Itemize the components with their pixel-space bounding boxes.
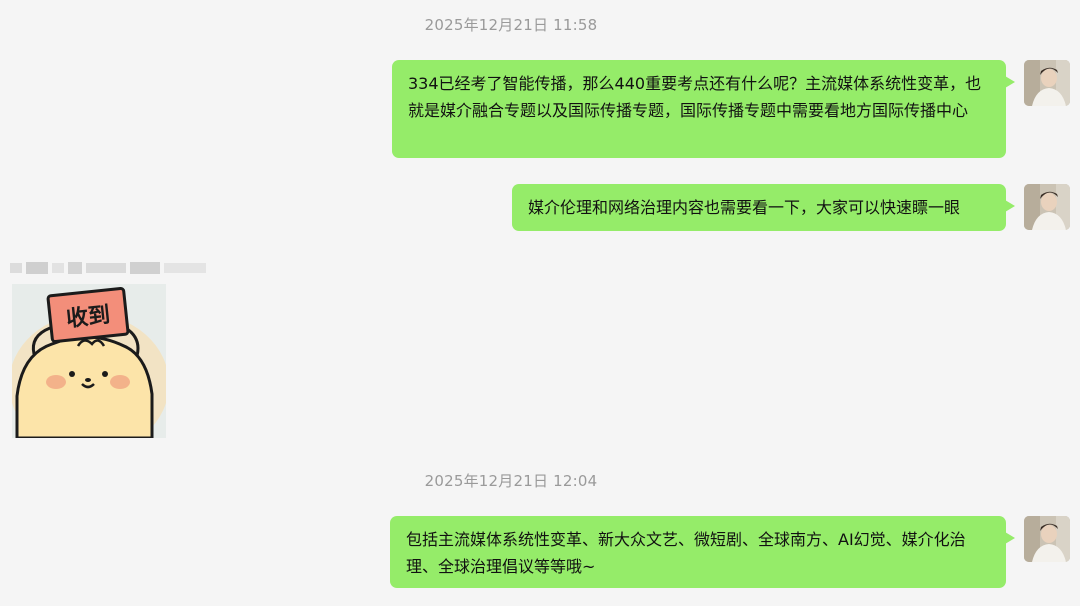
avatar-image [1024, 184, 1070, 230]
avatar-image [1024, 516, 1070, 562]
message-bubble[interactable]: 334已经考了智能传播，那么440重要考点还有什么呢？主流媒体系统性变革，也就是… [392, 60, 1015, 158]
avatar[interactable] [1024, 60, 1070, 106]
timestamp: 2025年12月21日 12:04 [424, 472, 598, 490]
avatar[interactable] [1024, 184, 1070, 230]
sticker-text: 收到 [65, 302, 111, 332]
sender-name-blurred [10, 260, 206, 276]
timestamp: 2025年12月21日 11:58 [424, 16, 598, 34]
message-bubble[interactable]: 媒介伦理和网络治理内容也需要看一下，大家可以快速瞟一眼 [512, 184, 1015, 231]
avatar[interactable] [1024, 516, 1070, 562]
message-bubble[interactable]: 包括主流媒体系统性变革、新大众文艺、微短剧、全球南方、AI幻觉、媒介化治理、全球… [390, 516, 1015, 588]
avatar-image [1024, 60, 1070, 106]
sticker-image[interactable]: 收到 [12, 284, 166, 438]
